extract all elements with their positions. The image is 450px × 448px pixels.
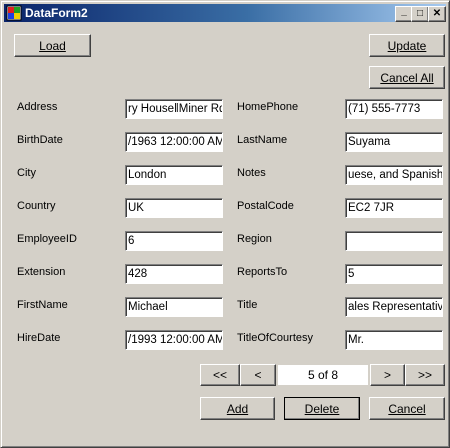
close-button[interactable]: ✕ [428,6,446,22]
add-button[interactable]: Add [200,397,275,420]
maximize-button[interactable]: □ [411,6,429,22]
maximize-icon: □ [416,8,424,19]
address-field[interactable]: ry House‖Miner Rd. [125,99,223,119]
postalcode-field[interactable]: EC2 7JR [345,198,443,218]
label-employeeid: EmployeeID [17,233,77,245]
cancel-all-button[interactable]: Cancel All [369,66,445,89]
window-title: DataForm2 [25,6,88,20]
dataform-window: DataForm2 _ □ ✕ Load Update Cancel All A… [0,0,450,448]
country-field[interactable]: UK [125,198,223,218]
extension-field[interactable]: 428 [125,264,223,284]
title-field[interactable]: ales Representative [345,297,443,317]
app-icon [6,5,22,21]
update-label: Update [387,38,427,53]
delete-label: Delete [304,401,340,416]
label-birthdate: BirthDate [17,134,63,146]
delete-button[interactable]: Delete [284,397,360,420]
cancel-label: Cancel [388,401,426,416]
record-position: 5 of 8 [278,365,368,385]
close-icon: ✕ [432,8,442,19]
previous-record-label: < [254,368,262,382]
label-country: Country [17,200,56,212]
city-field[interactable]: London [125,165,223,185]
homephone-field[interactable]: (71) 555-7773 [345,99,443,119]
first-record-button[interactable]: << [200,364,240,386]
last-record-label: >> [417,368,432,382]
label-region: Region [237,233,272,245]
title-bar[interactable]: DataForm2 _ □ ✕ [4,4,446,22]
reportsto-field[interactable]: 5 [345,264,443,284]
label-city: City [17,167,36,179]
label-titleofcourtesy: TitleOfCourtesy [237,332,314,344]
birthdate-field[interactable]: /1963 12:00:00 AM [125,132,223,152]
cancel-all-label: Cancel All [380,70,434,85]
label-title: Title [237,299,258,311]
lastname-field[interactable]: Suyama [345,132,443,152]
cancel-button[interactable]: Cancel [369,397,445,420]
firstname-field[interactable]: Michael [125,297,223,317]
next-record-label: > [383,368,391,382]
label-homephone: HomePhone [237,101,299,113]
previous-record-button[interactable]: < [240,364,276,386]
notes-field[interactable]: uese, and Spanish. [345,165,443,185]
hiredate-field[interactable]: /1993 12:00:00 AM [125,330,223,350]
minimize-icon: _ [401,6,407,17]
first-record-label: << [212,368,227,382]
region-field[interactable] [345,231,443,251]
label-firstname: FirstName [17,299,68,311]
load-label: Load [39,38,66,53]
label-postalcode: PostalCode [237,200,294,212]
titleofcourtesy-field[interactable]: Mr. [345,330,443,350]
add-label: Add [226,401,249,416]
load-button[interactable]: Load [14,34,91,57]
label-reportsto: ReportsTo [237,266,288,278]
label-address: Address [17,101,58,113]
update-button[interactable]: Update [369,34,445,57]
label-lastname: LastName [237,134,288,146]
label-hiredate: HireDate [17,332,61,344]
last-record-button[interactable]: >> [405,364,445,386]
next-record-button[interactable]: > [370,364,405,386]
employeeid-field[interactable]: 6 [125,231,223,251]
label-extension: Extension [17,266,66,278]
label-notes: Notes [237,167,266,179]
